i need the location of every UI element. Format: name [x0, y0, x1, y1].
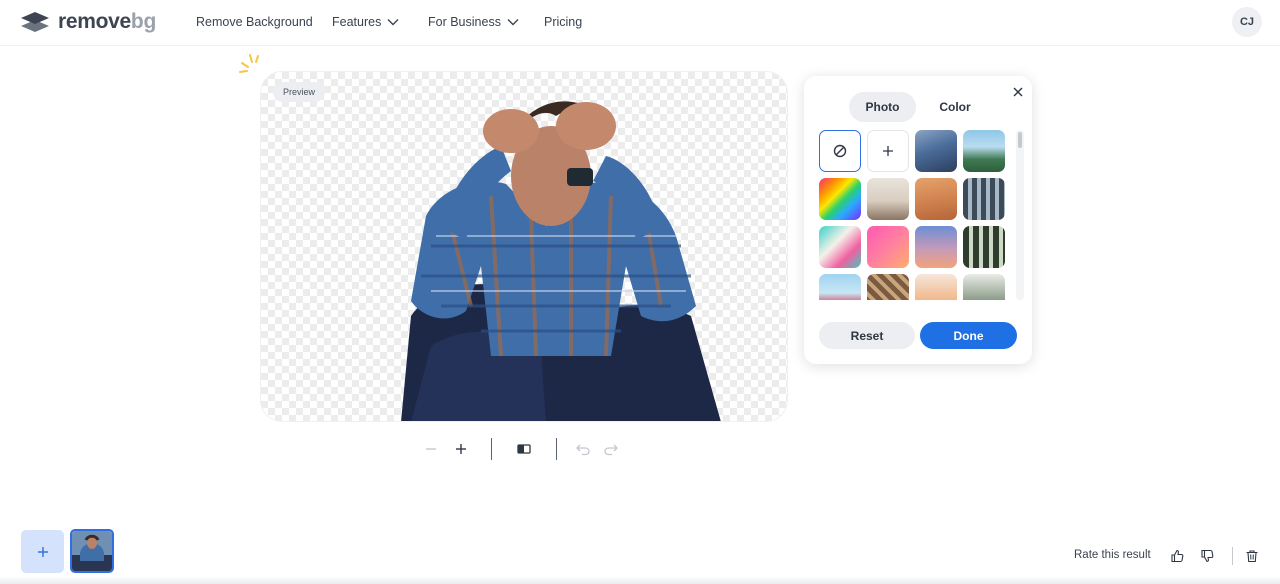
bottom-edge-shadow — [0, 576, 1280, 584]
plus-icon — [883, 146, 893, 156]
background-swatch-building[interactable] — [963, 178, 1005, 220]
plus-icon — [37, 546, 48, 557]
top-navigation-bar: removebg Remove Background Features For … — [0, 0, 1280, 46]
thumbs-up-icon — [1171, 549, 1184, 563]
nav-for-business[interactable]: For Business — [428, 15, 519, 29]
redo-icon — [604, 444, 618, 456]
zoom-in-button[interactable] — [452, 440, 470, 458]
background-grid — [819, 130, 1009, 300]
nav-pricing[interactable]: Pricing — [544, 15, 582, 29]
background-swatch-window[interactable] — [963, 226, 1005, 268]
logo[interactable]: removebg — [20, 10, 156, 34]
user-avatar[interactable]: CJ — [1232, 7, 1262, 37]
compare-button[interactable] — [515, 440, 533, 458]
nav-remove-background[interactable]: Remove Background — [196, 15, 313, 29]
background-swatch-roof[interactable] — [867, 274, 909, 300]
footer-divider — [1232, 547, 1233, 565]
tab-color[interactable]: Color — [928, 92, 982, 122]
toolbar-divider — [556, 438, 557, 460]
background-swatch-person[interactable] — [915, 130, 957, 172]
background-swatch-pink-gradient[interactable] — [867, 226, 909, 268]
compare-icon — [517, 444, 531, 454]
background-swatch-sunset[interactable] — [915, 226, 957, 268]
image-preview[interactable]: Preview — [260, 71, 788, 422]
rate-result-label: Rate this result — [1074, 549, 1151, 561]
add-image-button[interactable] — [21, 530, 64, 573]
close-panel-button[interactable] — [1010, 84, 1026, 100]
chevron-down-icon — [507, 19, 519, 26]
background-swatch-beach-huts[interactable] — [819, 274, 861, 300]
scrollbar-thumb[interactable] — [1018, 132, 1022, 148]
background-swatch-dunes[interactable] — [915, 274, 957, 300]
undo-button[interactable] — [574, 440, 592, 458]
minus-icon — [426, 448, 436, 450]
logo-text: removebg — [58, 10, 156, 33]
background-swatch-forest[interactable] — [963, 274, 1005, 300]
image-thumbnail[interactable] — [70, 529, 114, 573]
background-swatch-palms[interactable] — [963, 130, 1005, 172]
delete-button[interactable] — [1243, 547, 1261, 565]
cutout-person-image — [401, 101, 721, 421]
background-swatch-room[interactable] — [867, 178, 909, 220]
toolbar-divider — [491, 438, 492, 460]
thumbnail-person-image — [72, 531, 112, 571]
redo-button[interactable] — [602, 440, 620, 458]
sparkle-icon — [239, 54, 259, 73]
zoom-out-button[interactable] — [422, 440, 440, 458]
plus-icon — [456, 444, 466, 454]
nav-label: Pricing — [544, 15, 583, 29]
nav-label: Features — [332, 15, 382, 29]
background-picker-panel: Photo Color Reset Done — [804, 76, 1032, 364]
background-swatch-marble[interactable] — [819, 226, 861, 268]
thumbs-down-button[interactable] — [1198, 547, 1216, 565]
background-swatch-rainbow[interactable] — [819, 178, 861, 220]
chevron-down-icon — [387, 19, 399, 26]
tab-photo[interactable]: Photo — [849, 92, 916, 122]
reset-button[interactable]: Reset — [819, 322, 915, 349]
close-icon — [1013, 87, 1023, 97]
preview-badge: Preview — [273, 82, 326, 102]
thumbs-down-icon — [1201, 549, 1214, 563]
nav-label: Remove Background — [196, 15, 313, 29]
nav-label: For Business — [428, 15, 501, 29]
upload-background-swatch[interactable] — [867, 130, 909, 172]
undo-icon — [576, 444, 590, 456]
background-grid-scrollbar[interactable] — [1016, 130, 1024, 300]
logo-stack-icon — [21, 12, 49, 32]
nav-features[interactable]: Features — [332, 15, 399, 29]
thumbs-up-button[interactable] — [1168, 547, 1186, 565]
trash-icon — [1246, 550, 1258, 563]
done-button[interactable]: Done — [920, 322, 1017, 349]
no-background-swatch[interactable] — [819, 130, 861, 172]
none-icon — [833, 144, 847, 158]
background-swatch-desert[interactable] — [915, 178, 957, 220]
